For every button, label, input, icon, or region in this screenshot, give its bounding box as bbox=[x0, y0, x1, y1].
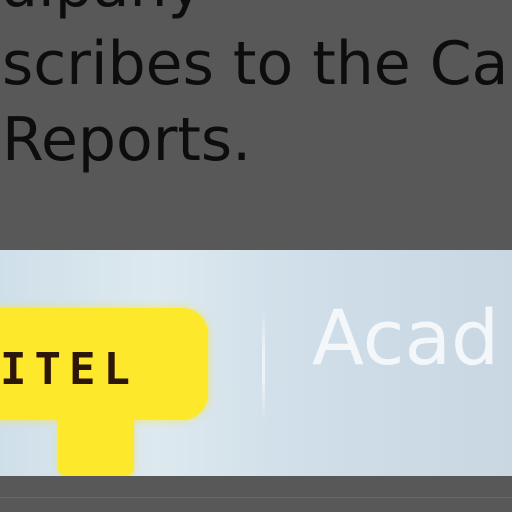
footer-strip bbox=[0, 476, 512, 512]
article-line-2: Reports. bbox=[2, 105, 252, 175]
brand-name: Acad bbox=[312, 293, 500, 382]
logo-text: ITEL bbox=[0, 344, 138, 395]
page: uipany scribes to the Ca Reports. ITEL A… bbox=[0, 0, 512, 512]
article-line-partial: uipany bbox=[0, 0, 203, 16]
article-text: uipany scribes to the Ca Reports. bbox=[0, 0, 512, 250]
footer-rule bbox=[0, 497, 512, 498]
logo-badge-tab bbox=[58, 400, 134, 476]
banner-divider bbox=[262, 310, 265, 420]
article-line-1: scribes to the Ca bbox=[2, 29, 509, 99]
